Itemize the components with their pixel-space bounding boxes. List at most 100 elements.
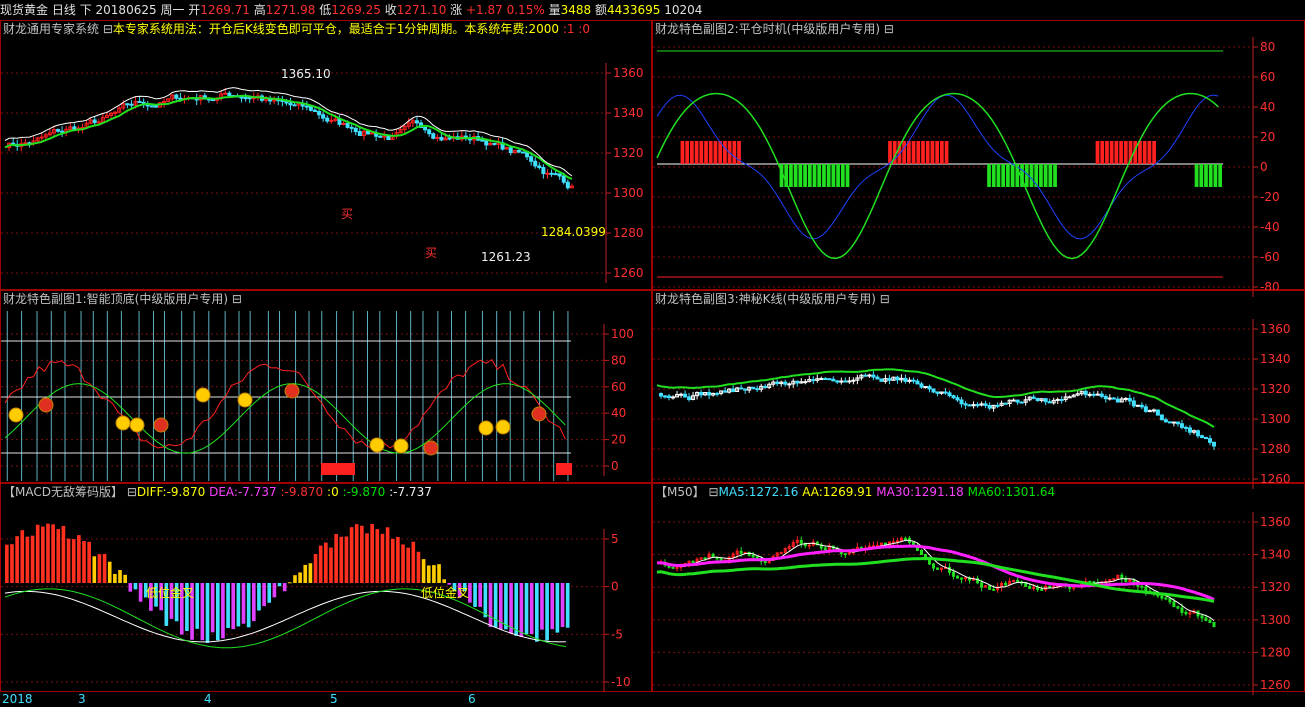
y-tick-label: 1280 <box>1260 645 1291 659</box>
macd-histogram-bar <box>282 583 287 592</box>
y-tick-label: 1300 <box>1260 613 1291 627</box>
y-tick-label: -60 <box>1260 250 1280 264</box>
sub2-chart-panel[interactable]: 财龙特色副图2:平仓时机(中级版用户专用) ⊟ 80 60 40 20 0 -20 -40 -… <box>652 20 1305 297</box>
period-label[interactable]: 日线 <box>52 3 76 17</box>
signal-bar <box>798 164 803 187</box>
candle-body <box>553 173 558 176</box>
macd-histogram-bar <box>308 563 313 583</box>
candle-body <box>823 378 828 381</box>
candle-body <box>691 560 695 563</box>
m50-ma5: MA5:1272.16 <box>718 485 799 499</box>
macd-histogram-bar <box>257 583 261 611</box>
candle-body <box>60 130 65 133</box>
macd-chart-canvas[interactable]: 5 0 -5 -10 <box>1 484 653 693</box>
signal-bar <box>723 141 727 164</box>
candle-body <box>447 137 452 140</box>
candle-body <box>911 379 916 382</box>
candle-body <box>1143 406 1148 412</box>
sub1-chart-panel[interactable]: 财龙特色副图1:智能顶底(中级版用户专用) ⊟ 100 80 60 40 20 0 <box>0 290 652 483</box>
macd-chart-panel[interactable]: 【MACD无敌筹码版】 ⊟DIFF:-9.870 DEA:-7.737 :-9.… <box>0 483 652 692</box>
y-tick-label: 0 <box>611 580 619 594</box>
macd-histogram-bar <box>61 525 66 583</box>
macd-histogram-bar <box>205 583 210 643</box>
candle-body <box>304 105 309 108</box>
candle-body <box>565 181 570 189</box>
signal-bar <box>944 141 949 164</box>
macd-histogram-bar <box>46 523 50 583</box>
candle-body <box>1067 396 1072 399</box>
macd-histogram-bar <box>15 536 19 583</box>
candle-body <box>378 135 383 138</box>
sub1-chart-canvas[interactable]: 100 80 60 40 20 0 <box>1 291 653 484</box>
smiley-icon <box>115 415 131 431</box>
macd-histogram-bar <box>210 583 215 633</box>
m50-chart-canvas[interactable]: 1360 1340 1320 1300 1280 1260 <box>653 484 1305 695</box>
candle-body <box>288 102 293 106</box>
macd-histogram-bar <box>123 574 127 583</box>
date-label: 20180625 <box>95 3 157 17</box>
signal-bar <box>1119 141 1123 164</box>
candle-body <box>1184 611 1188 615</box>
sub3-chart-canvas[interactable]: 136013401320130012801260 <box>653 291 1305 489</box>
signal-bar <box>789 164 793 187</box>
y-tick-label: 5 <box>611 532 619 546</box>
toggle-icon[interactable]: ⊟ <box>103 22 113 36</box>
candle-body <box>711 553 715 558</box>
toggle-icon[interactable]: ⊟ <box>880 292 890 306</box>
candle-body <box>357 131 362 136</box>
macd-histogram-bar <box>524 583 529 635</box>
candle-body <box>1047 401 1052 404</box>
macd-histogram-bar <box>195 583 200 629</box>
candle-body <box>739 550 743 554</box>
signal-bar <box>1039 164 1043 187</box>
macd-histogram-bar <box>354 524 359 583</box>
symbol-name[interactable]: 现货黄金 <box>0 3 48 17</box>
m50-panel-title: 【M50】 ⊟MA5:1272.16 AA:1269.91 MA30:1291.… <box>655 485 1055 499</box>
candle-body <box>687 396 692 401</box>
candle-body <box>1195 430 1200 437</box>
main-chart-panel[interactable]: 财龙通用专家系统 ⊟本专家系统用法：开仓后K线变色即可平仓，最适合于1分钟周期。… <box>0 20 652 290</box>
y-tick-label: 20 <box>1260 130 1275 144</box>
toggle-icon[interactable]: ⊟ <box>884 22 894 36</box>
candle-body <box>1151 409 1156 412</box>
m50-chart-panel[interactable]: 【M50】 ⊟MA5:1272.16 AA:1269.91 MA30:1291.… <box>652 483 1305 695</box>
macd-histogram-bar <box>390 538 395 583</box>
candle-body <box>1035 397 1040 401</box>
candle-body <box>435 136 440 139</box>
candle-body <box>1040 588 1044 591</box>
macd-histogram-bar <box>51 524 55 583</box>
candle-body <box>1199 435 1204 438</box>
signal-bar <box>708 141 713 164</box>
signal-bar <box>840 164 845 187</box>
quote-header: 现货黄金 日线 下 20180625 周一 开1269.71 高1271.98 … <box>0 0 1305 20</box>
signal-bar <box>1006 164 1010 187</box>
signal-bar <box>1194 164 1199 187</box>
y-tick-label: 1360 <box>1260 515 1291 529</box>
macd-histogram-bar <box>313 554 318 583</box>
main-chart-canvas[interactable]: 1360 1340 1320 1300 1280 1260 <box>1 21 653 291</box>
sub3-chart-panel[interactable]: 财龙特色副图3:神秘K线(中级版用户专用) ⊟ 1360 1340 1320 1300… <box>652 290 1305 489</box>
candle-body <box>719 558 723 561</box>
candle-body <box>370 132 375 135</box>
sub2-chart-canvas[interactable]: 806040200-20-40-60-80 <box>653 21 1305 297</box>
candle-body <box>423 126 428 131</box>
macd-histogram-bar <box>200 583 205 641</box>
signal-bar <box>1138 141 1142 164</box>
macd-histogram-bar <box>483 583 488 618</box>
signal-bar <box>991 164 996 187</box>
toggle-icon[interactable]: ⊟ <box>708 485 718 499</box>
toggle-icon[interactable]: ⊟ <box>232 292 242 306</box>
candle-body <box>525 152 530 158</box>
candle-body <box>663 395 668 398</box>
macd-histogram-bar <box>92 556 97 583</box>
macd-v1: :-9.870 <box>280 485 324 499</box>
signal-bar <box>704 141 708 164</box>
macd-histogram-bar <box>478 583 483 607</box>
candle-body <box>1144 586 1148 592</box>
candle-body <box>1123 397 1128 400</box>
candle-body <box>803 381 808 384</box>
candle-body <box>1127 397 1132 402</box>
candle-body <box>707 392 712 396</box>
toggle-icon[interactable]: ⊟ <box>127 485 137 499</box>
macd-histogram-bar <box>128 583 133 592</box>
